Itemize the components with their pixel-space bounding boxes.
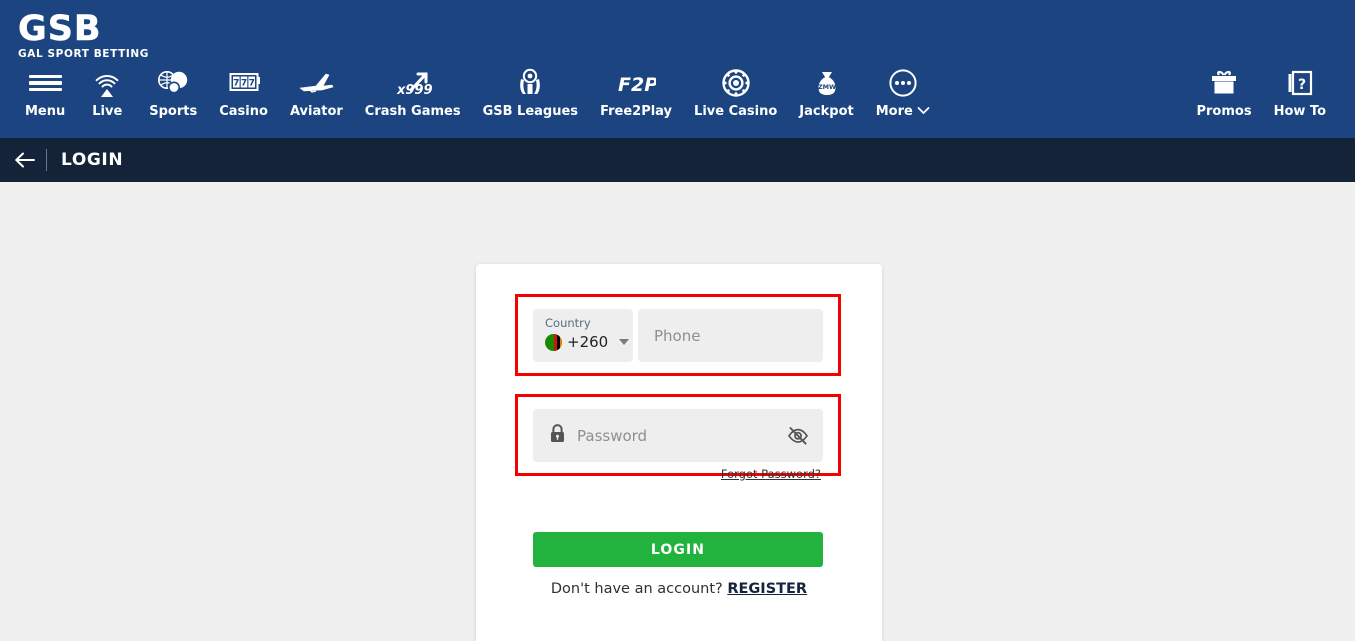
- svg-text:x999: x999: [396, 83, 433, 98]
- nav-label-sports: Sports: [149, 104, 198, 119]
- chevron-down-icon: [619, 339, 630, 345]
- nav-label-casino: Casino: [219, 104, 268, 119]
- nav-label-live: Live: [92, 104, 123, 119]
- slot-machine-777-icon: 7 7 7: [227, 66, 261, 100]
- gsb-logo[interactable]: GSB GAL SPORT BETTING: [18, 9, 158, 60]
- money-bag-zmw-icon: ZMW: [811, 66, 843, 100]
- svg-text:7: 7: [248, 79, 254, 89]
- nav-more-text: More: [875, 104, 913, 119]
- country-dial-code: +260: [567, 333, 609, 351]
- chevron-down-icon: [917, 104, 930, 119]
- nav-right-group: Promos ? How To: [1185, 66, 1355, 119]
- phone-input[interactable]: Phone: [638, 309, 823, 362]
- nav-label-crash-games: Crash Games: [364, 104, 461, 119]
- live-broadcast-icon: [91, 66, 123, 100]
- nav-label-live-casino: Live Casino: [694, 104, 778, 119]
- hamburger-menu-icon: [28, 66, 62, 100]
- nav-label-jackpot: Jackpot: [799, 104, 854, 119]
- svg-text:F2P: F2P: [618, 74, 656, 96]
- nav-label-aviator: Aviator: [289, 104, 343, 119]
- x999-rocket-arrow-icon: x999: [393, 66, 433, 100]
- sports-balls-icon: [156, 66, 190, 100]
- page-header-divider: [46, 149, 47, 171]
- ellipsis-circle-icon: [887, 66, 919, 100]
- country-value: +260: [545, 333, 630, 351]
- country-label: Country: [545, 316, 591, 330]
- password-placeholder: Password: [577, 426, 648, 445]
- logo-wordmark: GSB: [18, 9, 102, 49]
- nav-item-aviator[interactable]: Aviator: [279, 66, 354, 119]
- nav-item-gsb-leagues[interactable]: GSB Leagues: [472, 66, 589, 119]
- nav-item-live-casino[interactable]: Live Casino: [683, 66, 788, 119]
- nav-label-more: More: [876, 104, 930, 119]
- register-prompt: Don't have an account?: [550, 581, 723, 597]
- register-link[interactable]: REGISTER: [727, 581, 807, 597]
- primary-navigation: Menu Live Sports 7 7 7 Casino Aviator x9…: [0, 66, 1355, 128]
- nav-label-free2play: Free2Play: [600, 104, 673, 119]
- casino-chip-icon: [720, 66, 752, 100]
- zambia-flag-icon: [545, 333, 562, 351]
- password-input[interactable]: Password: [533, 409, 823, 462]
- lock-icon: [549, 423, 566, 448]
- main-content: Country +260 Phone Password Forgot Passw…: [0, 182, 1355, 641]
- nav-label-menu: Menu: [25, 104, 66, 119]
- trophy-football-icon: [513, 66, 547, 100]
- question-book-icon: ?: [1285, 66, 1315, 100]
- page-title: LOGIN: [61, 150, 124, 170]
- register-line: Don't have an account? REGISTER: [476, 581, 882, 597]
- nav-item-casino[interactable]: 7 7 7 Casino: [208, 66, 279, 119]
- airplane-icon: [296, 66, 336, 100]
- nav-item-live[interactable]: Live: [76, 66, 138, 119]
- login-button[interactable]: LOGIN: [533, 532, 823, 567]
- nav-item-more[interactable]: More: [865, 66, 941, 119]
- logo-tagline: GAL SPORT BETTING: [18, 48, 149, 60]
- nav-item-free2play[interactable]: F2P Free2Play: [589, 66, 683, 119]
- svg-text:?: ?: [1298, 77, 1306, 93]
- f2p-icon: F2P: [616, 66, 656, 100]
- nav-item-promos[interactable]: Promos: [1185, 66, 1262, 119]
- nav-item-sports[interactable]: Sports: [138, 66, 208, 119]
- eye-off-icon[interactable]: [787, 426, 809, 445]
- back-arrow-icon[interactable]: [8, 151, 42, 169]
- login-card: Country +260 Phone Password Forgot Passw…: [476, 264, 882, 641]
- svg-text:ZMW: ZMW: [817, 83, 835, 91]
- nav-label-promos: Promos: [1196, 104, 1252, 119]
- nav-item-crash-games[interactable]: x999 Crash Games: [354, 66, 472, 119]
- nav-left-group: Menu Live Sports 7 7 7 Casino Aviator x9…: [0, 66, 941, 119]
- forgot-password-link[interactable]: Forgot Password?: [721, 467, 821, 481]
- country-code-select[interactable]: Country +260: [533, 309, 633, 362]
- nav-label-how-to: How To: [1273, 104, 1326, 119]
- nav-label-gsb-leagues: GSB Leagues: [482, 104, 579, 119]
- page-header-bar: LOGIN: [0, 138, 1355, 182]
- gift-box-icon: [1207, 66, 1241, 100]
- nav-item-menu[interactable]: Menu: [14, 66, 76, 119]
- nav-item-jackpot[interactable]: ZMW Jackpot: [788, 66, 864, 119]
- phone-row: Country +260 Phone: [533, 309, 823, 362]
- site-header: GSB GAL SPORT BETTING Menu Live Sports 7…: [0, 0, 1355, 138]
- nav-item-how-to[interactable]: ? How To: [1263, 66, 1337, 119]
- phone-placeholder: Phone: [654, 326, 701, 345]
- svg-text:7: 7: [233, 79, 239, 89]
- svg-text:7: 7: [240, 79, 246, 89]
